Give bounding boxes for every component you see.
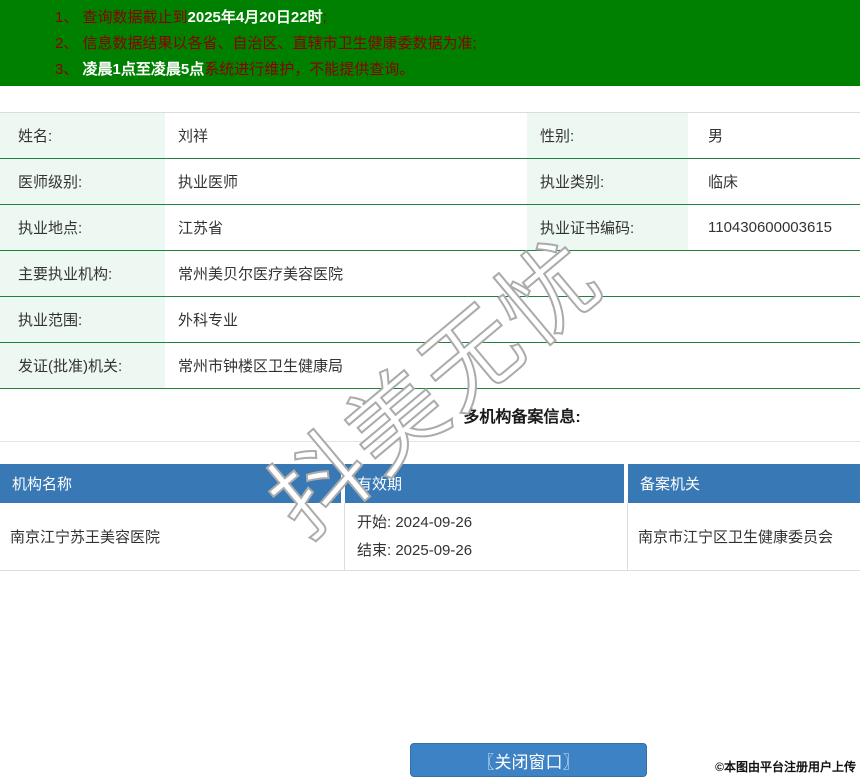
field-value-gender: 男 xyxy=(708,128,724,145)
field-value-practice-category: 临床 xyxy=(708,174,739,191)
field-label-issuing-authority: 发证(批准)机关: xyxy=(0,343,165,388)
valid-period-end: 结束: 2025-09-26 xyxy=(357,541,473,559)
section-divider xyxy=(0,441,860,442)
field-label-doctor-level: 医师级别: xyxy=(0,159,165,204)
field-label-gender: 性别: xyxy=(527,113,688,158)
upload-credit: ©本图由平台注册用户上传 xyxy=(715,760,856,774)
field-value-doctor-level: 执业医师 xyxy=(178,174,239,191)
doctor-info-table: 姓名: 刘祥 性别: 男 医师级别: 执业医师 执业类别: 临床 执业地点: 江… xyxy=(0,112,860,389)
cell-filing-authority: 南京市江宁区卫生健康委员会 xyxy=(638,529,834,546)
notice-text: 系统进行维护，不能提供查询。 xyxy=(204,61,415,78)
cell-valid-period: 开始: 2024-09-26 结束: 2025-09-26 xyxy=(345,503,628,570)
field-label-main-institution: 主要执业机构: xyxy=(0,251,165,296)
notice-highlight: 凌晨1点至凌晨5点 xyxy=(82,61,205,78)
notice-text: 1、 查询数据截止到 xyxy=(55,9,188,26)
multi-org-section-title: 多机构备案信息: xyxy=(463,409,581,426)
multi-org-table: 机构名称 有效期 备案机关 南京江宁苏王美容医院 开始: 2024-09-26 … xyxy=(0,464,860,571)
field-value-practice-scope: 外科专业 xyxy=(178,312,239,329)
column-header-filing-authority: 备案机关 xyxy=(628,464,860,503)
close-window-button[interactable]: 〖关闭窗口〗 xyxy=(410,743,647,777)
field-label-practice-category: 执业类别: xyxy=(527,159,688,204)
valid-period-start: 开始: 2024-09-26 xyxy=(357,513,473,531)
info-row-location-license: 执业地点: 江苏省 执业证书编码: 110430600003615 xyxy=(0,205,860,251)
info-row-issuing-authority: 发证(批准)机关: 常州市钟楼区卫生健康局 xyxy=(0,343,860,389)
multi-org-table-header: 机构名称 有效期 备案机关 xyxy=(0,464,860,503)
field-label-license-number: 执业证书编码: xyxy=(527,205,688,250)
notice-line-1: 1、 查询数据截止到2025年4月20日22时; xyxy=(55,5,850,31)
field-label-name: 姓名: xyxy=(0,113,165,158)
info-row-level-category: 医师级别: 执业医师 执业类别: 临床 xyxy=(0,159,860,205)
field-value-issuing-authority: 常州市钟楼区卫生健康局 xyxy=(178,358,344,375)
column-header-org-name: 机构名称 xyxy=(0,464,341,503)
cell-org-name: 南京江宁苏王美容医院 xyxy=(0,503,345,570)
field-value-license-number: 110430600003615 xyxy=(708,219,833,236)
field-label-practice-scope: 执业范围: xyxy=(0,297,165,342)
info-row-main-institution: 主要执业机构: 常州美贝尔医疗美容医院 xyxy=(0,251,860,297)
info-row-name-gender: 姓名: 刘祥 性别: 男 xyxy=(0,113,860,159)
notice-highlight: 2025年4月20日22时 xyxy=(187,9,323,26)
notice-banner: 1、 查询数据截止到2025年4月20日22时; 2、 信息数据结果以各省、自治… xyxy=(0,0,860,86)
notice-line-2: 2、 信息数据结果以各省、自治区、直辖市卫生健康委数据为准; xyxy=(55,31,850,57)
field-value-name: 刘祥 xyxy=(178,128,209,145)
field-value-practice-location: 江苏省 xyxy=(178,220,224,237)
notice-text: 2、 信息数据结果以各省、自治区、直辖市卫生健康委数据为准; xyxy=(55,35,477,52)
info-row-practice-scope: 执业范围: 外科专业 xyxy=(0,297,860,343)
table-row: 南京江宁苏王美容医院 开始: 2024-09-26 结束: 2025-09-26… xyxy=(0,503,860,571)
notice-text: ; xyxy=(322,9,327,26)
notice-line-3: 3、 凌晨1点至凌晨5点系统进行维护，不能提供查询。 xyxy=(55,57,850,83)
notice-text: 3、 xyxy=(55,61,83,78)
column-header-valid-period: 有效期 xyxy=(345,464,624,503)
field-value-main-institution: 常州美贝尔医疗美容医院 xyxy=(178,266,344,283)
field-label-practice-location: 执业地点: xyxy=(0,205,165,250)
